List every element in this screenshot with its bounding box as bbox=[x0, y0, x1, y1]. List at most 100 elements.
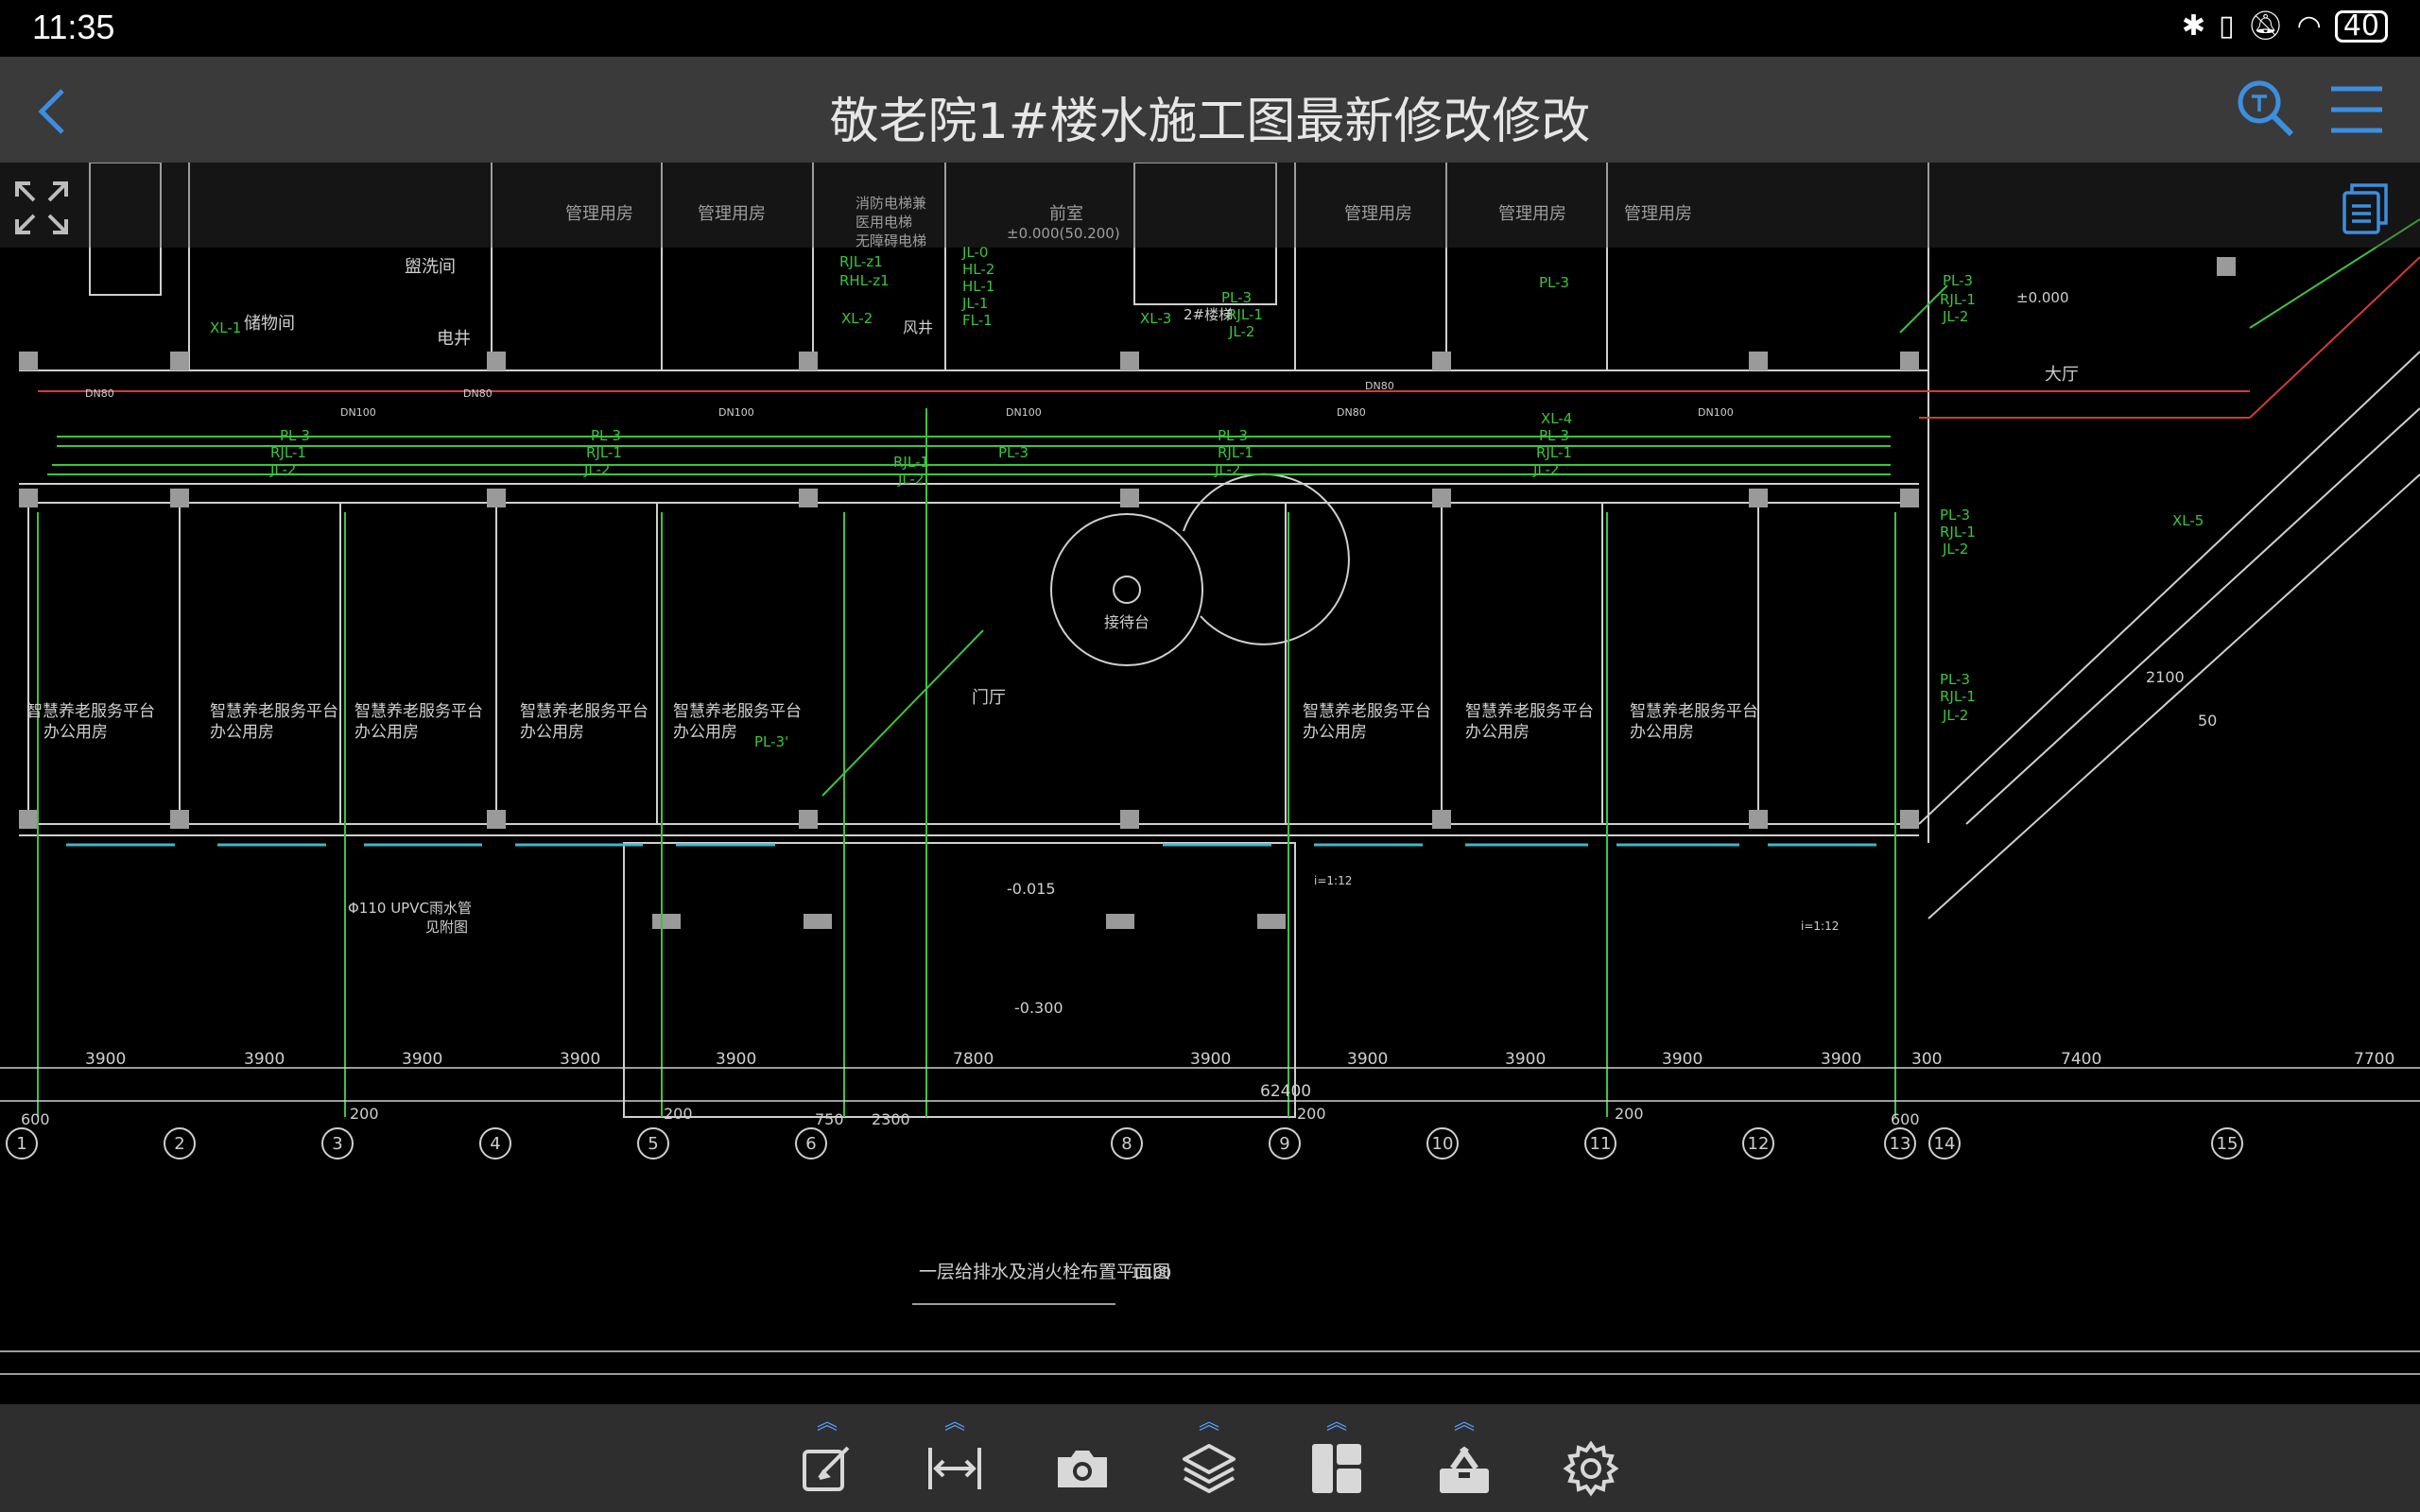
pipe-tag: XL-2 bbox=[841, 310, 873, 327]
pipe-tag: RJL-1 bbox=[1940, 291, 1976, 308]
hamburger-icon bbox=[2331, 86, 2382, 133]
pipe-note: 见附图 bbox=[425, 919, 468, 936]
office-label: 智慧养老服务平台 bbox=[1630, 702, 1758, 721]
pipe-tag: PL-3 bbox=[1539, 274, 1569, 291]
pipe-tag: RJL-1 bbox=[1536, 444, 1572, 461]
screenshot-tool-button[interactable] bbox=[1040, 1414, 1125, 1508]
dimension-label: 3900 bbox=[560, 1050, 600, 1069]
title-bar: 敬老院1#楼水施工图最新修改修改 bbox=[0, 57, 2420, 163]
layout-tool-button[interactable]: ︽ bbox=[1294, 1410, 1379, 1508]
office-label: 智慧养老服务平台 bbox=[354, 702, 483, 721]
level-label: -0.015 bbox=[1007, 880, 1056, 898]
pipe-tag: PL-3' bbox=[754, 733, 788, 750]
text-search-icon bbox=[2238, 80, 2294, 137]
pipe-tag: PL-3 bbox=[280, 427, 310, 444]
dimension-label: 3900 bbox=[1662, 1050, 1703, 1069]
pipe-tag: JL-2 bbox=[1228, 323, 1254, 340]
toolbox-icon bbox=[1440, 1446, 1489, 1493]
pipe-tag: PL-3 bbox=[1940, 671, 1970, 688]
axis-number: 5 bbox=[648, 1134, 658, 1154]
pipe-tag: HL-1 bbox=[962, 278, 994, 295]
dimension-label: 200 bbox=[1615, 1105, 1644, 1123]
pipe-tag: RJL-1 bbox=[1940, 688, 1976, 705]
dimension-label: 200 bbox=[350, 1105, 379, 1123]
stair-label: 2#楼梯 bbox=[1184, 306, 1233, 323]
pipe-tag: RJL-z1 bbox=[839, 253, 883, 270]
dimension-label: 3900 bbox=[1190, 1050, 1231, 1069]
office-label: 办公用房 bbox=[673, 723, 737, 742]
dn-label: DN100 bbox=[1006, 406, 1042, 419]
dn-label: DN80 bbox=[1337, 406, 1366, 419]
axis-number: 12 bbox=[1748, 1134, 1770, 1154]
room-label: 储物间 bbox=[244, 314, 295, 334]
pipe-tag: PL-3 bbox=[1218, 427, 1248, 444]
drawing-scale: 1:100 bbox=[1131, 1264, 1171, 1281]
dimension-label: 300 bbox=[1911, 1050, 1942, 1069]
axis-number: 9 bbox=[1279, 1134, 1289, 1154]
pipe-tag: JL-2 bbox=[1942, 541, 1968, 558]
dimension-label: 200 bbox=[664, 1105, 693, 1123]
expand-chevron-icon: ︽ bbox=[943, 1410, 965, 1434]
menu-button[interactable] bbox=[2327, 81, 2386, 138]
settings-tool-button[interactable] bbox=[1548, 1414, 1634, 1508]
bluetooth-icon: ✱ bbox=[2181, 9, 2206, 43]
wifi-icon: ◠ bbox=[2296, 9, 2322, 43]
pipe-tag: JL-2 bbox=[897, 471, 924, 488]
dn-label: DN100 bbox=[340, 406, 376, 419]
office-label: 办公用房 bbox=[1303, 723, 1367, 742]
dimension-label: 3900 bbox=[85, 1050, 126, 1069]
dimension-label: 7700 bbox=[2354, 1050, 2394, 1069]
dimension-label: 7800 bbox=[953, 1050, 994, 1069]
pipe-tag: RHL-z1 bbox=[839, 272, 890, 289]
cad-drawing-canvas[interactable]: 管理用房 管理用房 管理用房 管理用房 管理用房 盥洗间 储物间 电井 消防电梯… bbox=[0, 163, 2420, 1404]
pipe-tag: RJL-1 bbox=[586, 444, 622, 461]
measure-tool-button[interactable]: ︽ bbox=[912, 1410, 997, 1508]
office-label: 智慧养老服务平台 bbox=[26, 702, 155, 721]
layers-icon bbox=[1183, 1444, 1236, 1493]
toolbox-tool-button[interactable]: ︽ bbox=[1422, 1412, 1507, 1508]
office-label: 办公用房 bbox=[1465, 723, 1530, 742]
pipe-tag: PL-3 bbox=[1539, 427, 1569, 444]
dimension-label: 2100 bbox=[2146, 668, 2185, 686]
axis-number: 8 bbox=[1121, 1134, 1132, 1154]
office-label: 智慧养老服务平台 bbox=[673, 702, 802, 721]
pipe-tag: PL-3 bbox=[1943, 272, 1973, 289]
office-label: 智慧养老服务平台 bbox=[520, 702, 648, 721]
fullscreen-button[interactable] bbox=[13, 180, 70, 236]
text-search-button[interactable] bbox=[2233, 76, 2299, 142]
office-label: 办公用房 bbox=[1630, 723, 1694, 742]
pipe-tag: HL-2 bbox=[962, 261, 994, 278]
pipe-tag: XL-3 bbox=[1140, 310, 1171, 327]
dn-label: DN80 bbox=[1365, 380, 1394, 392]
room-label: 电井 bbox=[437, 329, 471, 349]
dimension-label: 3900 bbox=[716, 1050, 756, 1069]
pipe-tag: RJL-1 bbox=[270, 444, 306, 461]
pipe-tag: JL-2 bbox=[269, 461, 296, 478]
axis-number: 10 bbox=[1432, 1134, 1454, 1154]
office-label: 办公用房 bbox=[43, 723, 108, 742]
status-icons: ✱ ▯ 🔕︎ ◠ 40 bbox=[2182, 9, 2388, 43]
axis-number: 3 bbox=[332, 1134, 342, 1154]
pipe-tag: JL-2 bbox=[1942, 308, 1968, 325]
pipe-tag: PL-3 bbox=[1940, 507, 1970, 524]
axis-number: 4 bbox=[490, 1134, 500, 1154]
battery-icon: 40 bbox=[2334, 9, 2388, 43]
axis-number: 2 bbox=[174, 1134, 184, 1154]
pipe-tag: RJL-1 bbox=[893, 454, 929, 471]
pipe-tag: XL-4 bbox=[1541, 410, 1572, 427]
expand-chevron-icon: ︽ bbox=[1325, 1410, 1347, 1434]
pipe-tag: RJL-1 bbox=[1940, 524, 1976, 541]
layers-tool-button[interactable]: ︽ bbox=[1167, 1412, 1252, 1508]
pipe-tag: JL-1 bbox=[961, 295, 988, 312]
drawing-list-button[interactable] bbox=[2339, 180, 2395, 236]
dn-label: DN80 bbox=[85, 387, 114, 400]
status-time: 11:35 bbox=[32, 8, 115, 46]
level-label: -0.300 bbox=[1014, 999, 1063, 1017]
camera-icon bbox=[1058, 1451, 1107, 1487]
axis-number: 15 bbox=[2217, 1134, 2238, 1154]
annotate-tool-button[interactable]: ︽ bbox=[785, 1412, 870, 1508]
pipe-tag: JL-2 bbox=[583, 461, 610, 478]
total-dimension: 62400 bbox=[1260, 1082, 1311, 1101]
room-label: 大厅 bbox=[2045, 365, 2079, 385]
pipe-tag: RJL-1 bbox=[1218, 444, 1253, 461]
